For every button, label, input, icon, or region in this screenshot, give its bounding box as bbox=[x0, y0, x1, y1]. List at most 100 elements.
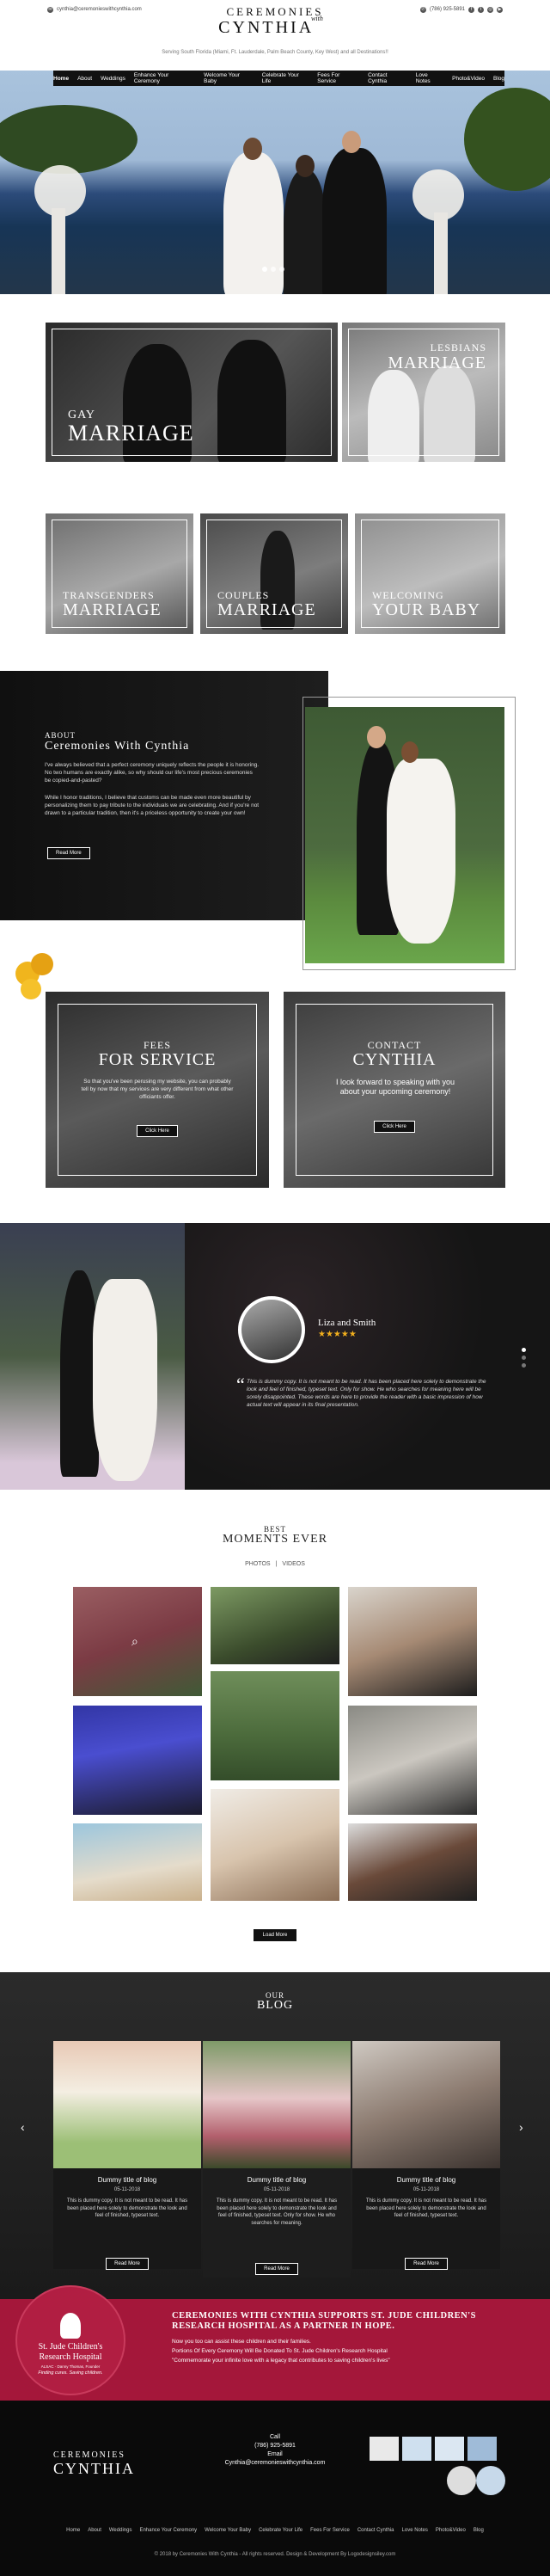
testimonial-dot[interactable] bbox=[522, 1363, 526, 1368]
hero-slider[interactable] bbox=[0, 71, 550, 294]
footer-links: Home About Weddings Enhance Your Ceremon… bbox=[0, 2528, 550, 2540]
st-jude-logo-line2: Research Hospital bbox=[39, 2352, 102, 2362]
footer-link-about[interactable]: About bbox=[88, 2528, 101, 2540]
nav-enhance[interactable]: Enhance Your Ceremony bbox=[134, 72, 195, 84]
tile-welcoming-baby[interactable]: Welcoming Your Baby bbox=[355, 513, 505, 634]
fees-text: So that you've been perusing my website,… bbox=[81, 1079, 234, 1100]
contact-card[interactable]: Contact Cynthia I look forward to speaki… bbox=[284, 992, 505, 1188]
blog-prev-arrow-icon[interactable]: ‹ bbox=[21, 2120, 25, 2134]
site-logo[interactable]: Ceremonies Cynthia with bbox=[0, 5, 550, 40]
contact-click-here-button[interactable]: Click Here bbox=[374, 1121, 415, 1133]
footer-link-contact[interactable]: Contact Cynthia bbox=[358, 2528, 394, 2540]
logo-line2: Cynthia with bbox=[0, 15, 550, 40]
nav-celebrate[interactable]: Celebrate Your Life bbox=[262, 72, 309, 84]
nav-love-notes[interactable]: Love Notes bbox=[416, 72, 443, 84]
footer-link-photo-video[interactable]: Photo&Video bbox=[436, 2528, 466, 2540]
gallery-photo[interactable] bbox=[348, 1823, 477, 1901]
about-photo bbox=[305, 707, 504, 963]
hero-bg-tree bbox=[0, 105, 138, 174]
nav-blog[interactable]: Blog bbox=[493, 76, 504, 82]
blog-card-title: Dummy title of blog bbox=[247, 2176, 307, 2184]
nav-fees[interactable]: Fees For Service bbox=[317, 72, 359, 84]
blog-card-image bbox=[53, 2041, 201, 2168]
nav-contact[interactable]: Contact Cynthia bbox=[368, 72, 407, 84]
slider-dot[interactable] bbox=[271, 267, 276, 272]
hero-officiant bbox=[284, 169, 327, 294]
testimonial-dot[interactable] bbox=[522, 1348, 526, 1352]
tile-big-title: Marriage bbox=[68, 421, 194, 446]
badge-icon bbox=[370, 2437, 399, 2461]
tab-photos[interactable]: PHOTOS bbox=[245, 1561, 270, 1567]
blog-card[interactable]: Dummy title of blog 05-11-2018 This is d… bbox=[352, 2041, 500, 2270]
tile-lesbians-marriage[interactable]: Lesbians Marriage bbox=[342, 323, 505, 462]
tile-big-title: Marriage bbox=[217, 600, 316, 619]
tile-big-title: Your Baby bbox=[372, 600, 481, 619]
footer-link-celebrate[interactable]: Celebrate Your Life bbox=[259, 2528, 302, 2540]
st-jude-line2: Portions Of Every Ceremony Will Be Donat… bbox=[172, 2348, 388, 2354]
st-jude-logo-line3: ALSAC · Danny Thomas, Founder bbox=[40, 2364, 101, 2369]
fees-click-here-button[interactable]: Click Here bbox=[137, 1125, 178, 1137]
tile-couples-marriage[interactable]: Couples Marriage bbox=[200, 513, 348, 634]
load-more-button[interactable]: Load More bbox=[252, 1928, 298, 1942]
footer-link-weddings[interactable]: Weddings bbox=[109, 2528, 132, 2540]
blog-card-button-wrap: Read More bbox=[203, 2259, 351, 2275]
blog-card-text: This is dummy copy. It is not meant to b… bbox=[66, 2198, 188, 2218]
contact-text: I look forward to speaking with you abou… bbox=[335, 1078, 455, 1096]
nav-photo-video[interactable]: Photo&Video bbox=[452, 76, 485, 82]
tile-transgenders-marriage[interactable]: Transgenders Marriage bbox=[46, 513, 193, 634]
slider-dots[interactable] bbox=[262, 267, 284, 272]
about-read-more-button[interactable]: Read More bbox=[47, 847, 90, 859]
blog-next-arrow-icon[interactable]: › bbox=[519, 2120, 523, 2134]
blog-card-date: 05-11-2018 bbox=[113, 2187, 141, 2192]
gallery-photo[interactable]: ⌕ bbox=[73, 1587, 202, 1696]
footer-copyright: © 2018 by Ceremonies With Cynthia - All … bbox=[154, 2552, 396, 2557]
st-jude-heading: Ceremonies With Cynthia Supports St. Jud… bbox=[172, 2311, 477, 2331]
gallery-photo[interactable] bbox=[348, 1587, 477, 1696]
st-jude-logo[interactable]: St. Jude Children's Research Hospital AL… bbox=[15, 2285, 125, 2395]
blog-card-date: 05-11-2018 bbox=[263, 2187, 290, 2192]
footer-link-love-notes[interactable]: Love Notes bbox=[402, 2528, 428, 2540]
gallery-photo[interactable] bbox=[211, 1789, 339, 1901]
testimonial-bride bbox=[93, 1279, 157, 1481]
tab-separator: | bbox=[275, 1561, 278, 1567]
slider-dot[interactable] bbox=[262, 267, 267, 272]
testimonial-stars: ★★★★★ bbox=[318, 1330, 357, 1339]
about-section: About Ceremonies With Cynthia I've alway… bbox=[0, 671, 328, 920]
hero-officiant-head bbox=[296, 155, 315, 177]
footer-link-blog[interactable]: Blog bbox=[474, 2528, 484, 2540]
about-bride-head bbox=[401, 741, 419, 763]
zoom-icon[interactable]: ⌕ bbox=[131, 1634, 138, 1649]
fees-card[interactable]: Fees For Service So that you've been per… bbox=[46, 992, 269, 1188]
footer-link-home[interactable]: Home bbox=[66, 2528, 80, 2540]
seal-icon bbox=[476, 2466, 505, 2495]
tile-gay-marriage[interactable]: Gay Marriage bbox=[46, 323, 338, 462]
blog-read-more-button[interactable]: Read More bbox=[106, 2258, 149, 2270]
flower-stand bbox=[52, 208, 65, 294]
testimonial-dot[interactable] bbox=[522, 1356, 526, 1360]
testimonial-name: Liza and Smith bbox=[318, 1318, 376, 1328]
footer-link-fees[interactable]: Fees For Service bbox=[310, 2528, 350, 2540]
blog-card[interactable]: Dummy title of blog 05-11-2018 This is d… bbox=[53, 2041, 201, 2270]
blog-read-more-button[interactable]: Read More bbox=[405, 2258, 448, 2270]
nav-about[interactable]: About bbox=[77, 76, 92, 82]
about-title: Ceremonies With Cynthia bbox=[45, 740, 190, 753]
blog-read-more-button[interactable]: Read More bbox=[255, 2263, 298, 2275]
testimonial-dots[interactable] bbox=[522, 1348, 526, 1368]
tab-videos[interactable]: VIDEOS bbox=[282, 1561, 304, 1567]
st-jude-line1: Now you too can assist these children an… bbox=[172, 2339, 311, 2345]
footer-badges bbox=[370, 2437, 497, 2461]
blog-card-image bbox=[203, 2041, 351, 2168]
nav-weddings[interactable]: Weddings bbox=[101, 76, 125, 82]
gallery-photo[interactable] bbox=[348, 1706, 477, 1815]
slider-dot[interactable] bbox=[279, 267, 284, 272]
gallery-photo[interactable] bbox=[211, 1671, 339, 1780]
footer-link-enhance[interactable]: Enhance Your Ceremony bbox=[139, 2528, 197, 2540]
fees-big-title: For Service bbox=[98, 1050, 217, 1069]
blog-card[interactable]: Dummy title of blog 05-11-2018 This is d… bbox=[203, 2041, 351, 2278]
gallery-photo[interactable] bbox=[73, 1823, 202, 1901]
nav-welcome-baby[interactable]: Welcome Your Baby bbox=[204, 72, 254, 84]
gallery-photo[interactable] bbox=[73, 1706, 202, 1815]
gallery-photo[interactable] bbox=[211, 1587, 339, 1664]
footer-link-welcome[interactable]: Welcome Your Baby bbox=[205, 2528, 251, 2540]
nav-home[interactable]: Home bbox=[53, 76, 69, 82]
